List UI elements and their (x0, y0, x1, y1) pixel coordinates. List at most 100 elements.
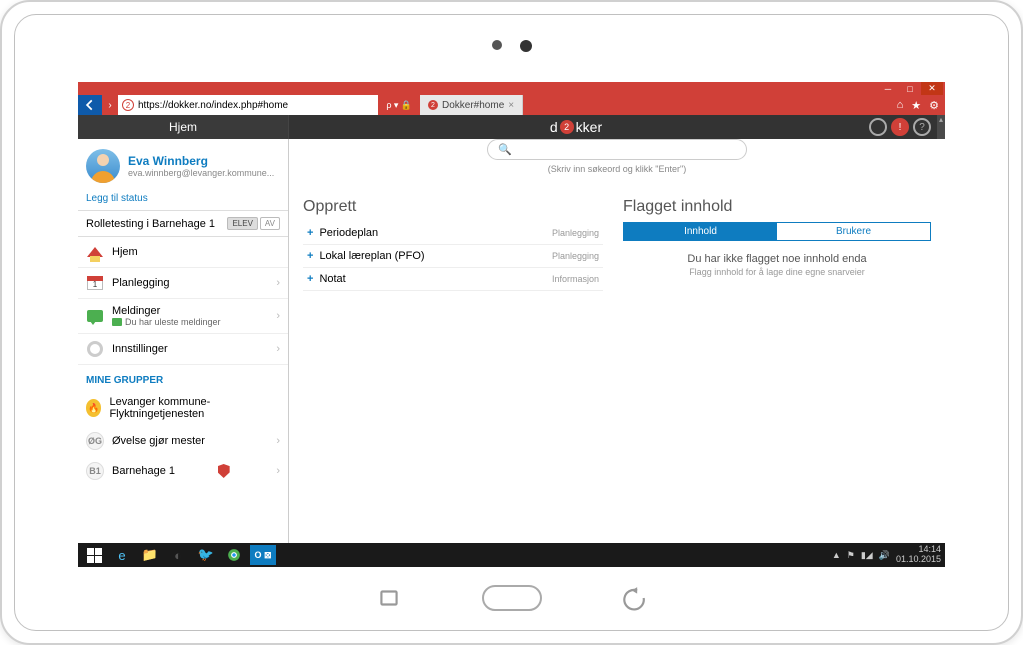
address-bar[interactable]: 2 (118, 95, 378, 115)
gear-icon (86, 340, 104, 358)
help-button[interactable]: ? (913, 118, 931, 136)
group-badge-icon: 🔥 (86, 399, 101, 417)
brand-text-right: kker (576, 119, 602, 135)
tab-close-icon[interactable]: × (508, 100, 514, 111)
search-wrap: 🔍 (289, 139, 945, 160)
app-header: Hjem d 2 kker ! ? (78, 115, 945, 139)
taskbar-app-icon[interactable]: 🐦 (194, 545, 218, 565)
create-notat[interactable]: + Notat Informasjon (303, 268, 603, 291)
flagged-column: Flagget innhold Innhold Brukere Du har i… (623, 198, 931, 533)
search-icon: 🔍 (498, 143, 512, 156)
window-minimize-button[interactable]: ─ (877, 82, 899, 95)
tablet-back-button[interactable] (622, 585, 648, 611)
address-search-divider[interactable]: ρ ▾ 🔒 (378, 95, 420, 115)
role-label: Rolletesting i Barnehage 1 (86, 218, 215, 230)
browser-toolbar: › 2 ρ ▾ 🔒 2 Dokker#home × ⌂ ★ ⚙ (78, 95, 945, 115)
tab-favicon-icon: 2 (428, 100, 438, 110)
url-input[interactable] (138, 100, 374, 111)
window-close-button[interactable]: ✕ (921, 82, 943, 95)
shield-icon (218, 464, 230, 478)
group-item-levanger[interactable]: 🔥 Levanger kommune- Flyktningetjenesten (78, 390, 288, 426)
search-input[interactable] (518, 144, 736, 156)
arrow-left-icon (83, 98, 97, 112)
tray-network-icon[interactable]: ▮◢ (861, 550, 873, 561)
chevron-right-icon: › (276, 435, 280, 447)
tablet-home-button[interactable] (482, 585, 542, 611)
header-circle-button[interactable] (869, 118, 887, 136)
profile-block[interactable]: Eva Winnberg eva.winnberg@levanger.kommu… (78, 139, 288, 187)
create-item-tag: Planlegging (552, 228, 599, 238)
site-favicon-icon: 2 (122, 99, 134, 111)
tablet-frame: ─ □ ✕ › 2 ρ ▾ 🔒 2 Dokker#home × (0, 0, 1023, 645)
create-title: Opprett (303, 198, 603, 216)
profile-text: Eva Winnberg eva.winnberg@levanger.kommu… (128, 154, 274, 178)
lock-icon: 🔒 (400, 100, 411, 111)
browser-forward-button[interactable]: › (102, 95, 118, 115)
browser-tab[interactable]: 2 Dokker#home × (420, 95, 523, 115)
add-status-link[interactable]: Legg til status (78, 187, 288, 211)
group-item-ovelse[interactable]: ØG Øvelse gjør mester › (78, 426, 288, 456)
system-tray[interactable]: ▲ ⚑ ▮◢ 🔊 14:14 01.10.2015 (832, 545, 941, 565)
nav-messages[interactable]: Meldinger Du har uleste meldinger › (78, 299, 288, 334)
tablet-camera (492, 40, 532, 52)
tools-icon[interactable]: ⚙ (929, 99, 939, 112)
create-item-label: Periodeplan (319, 227, 378, 239)
favorites-icon[interactable]: ★ (911, 99, 921, 112)
calendar-icon (86, 274, 104, 292)
windows-logo-icon (87, 548, 102, 563)
role-pill-elev[interactable]: ELEV (227, 217, 257, 230)
nav-settings-label: Innstillinger (112, 343, 168, 355)
nav-messages-sub: Du har uleste meldinger (112, 317, 268, 327)
group-item-barnehage[interactable]: B1 Barnehage 1 › (78, 456, 288, 486)
search-box[interactable]: 🔍 (487, 139, 747, 160)
role-pill-av[interactable]: AV (260, 217, 280, 230)
taskbar-explorer-icon[interactable]: 📁 (138, 545, 162, 565)
content-columns: Opprett + Periodeplan Planlegging + Loka… (289, 188, 945, 543)
taskbar-outlook-icon[interactable]: O ⊠ (250, 545, 276, 565)
tablet-recent-button[interactable] (376, 585, 402, 611)
browser-right-icons: ⌂ ★ ⚙ (891, 95, 945, 115)
scroll-up-indicator[interactable] (937, 115, 945, 139)
window-titlebar: ─ □ ✕ (78, 82, 945, 95)
notification-button[interactable]: ! (891, 118, 909, 136)
chevron-right-icon: › (276, 310, 280, 322)
app-brand: d 2 kker (289, 115, 863, 139)
create-laereplan[interactable]: + Lokal læreplan (PFO) Planlegging (303, 245, 603, 268)
group-badge-icon: ØG (86, 432, 104, 450)
nav-home[interactable]: Hjem (78, 237, 288, 268)
group-badge-icon: B1 (86, 462, 104, 480)
app-body: Eva Winnberg eva.winnberg@levanger.kommu… (78, 139, 945, 543)
create-item-tag: Informasjon (552, 274, 599, 284)
plus-icon: + (307, 250, 313, 262)
search-dropdown-icon: ρ ▾ (386, 100, 398, 111)
taskbar-clock[interactable]: 14:14 01.10.2015 (896, 545, 941, 565)
nav-settings[interactable]: Innstillinger › (78, 334, 288, 365)
role-toggles: ELEV AV (227, 217, 280, 230)
chevron-right-icon: › (276, 277, 280, 289)
browser-back-button[interactable] (78, 95, 102, 115)
chevron-right-icon: › (276, 465, 280, 477)
tray-flag-icon[interactable]: ▲ (832, 550, 841, 560)
tab-innhold[interactable]: Innhold (624, 223, 777, 240)
nav-planning[interactable]: Planlegging › (78, 268, 288, 299)
create-periodeplan[interactable]: + Periodeplan Planlegging (303, 222, 603, 245)
browser-tab-strip: 2 Dokker#home × (420, 95, 523, 115)
create-item-label: Lokal læreplan (PFO) (319, 250, 424, 262)
plus-icon: + (307, 273, 313, 285)
tray-flag-icon[interactable]: ⚑ (847, 550, 855, 561)
home-icon[interactable]: ⌂ (897, 99, 904, 111)
taskbar-ie-icon[interactable]: e (110, 545, 134, 565)
flagged-title: Flagget innhold (623, 198, 931, 216)
nav-planning-label: Planlegging (112, 277, 170, 289)
window-maximize-button[interactable]: □ (899, 82, 921, 95)
start-button[interactable] (82, 545, 106, 565)
nav-home-label: Hjem (112, 246, 138, 258)
taskbar-chrome-icon[interactable] (222, 545, 246, 565)
avatar-icon (86, 149, 120, 183)
tab-brukere[interactable]: Brukere (777, 223, 930, 240)
clock-date: 01.10.2015 (896, 555, 941, 565)
header-hjem[interactable]: Hjem (78, 115, 289, 139)
taskbar-app-icon[interactable]: ◐ (166, 545, 190, 565)
tray-volume-icon[interactable]: 🔊 (879, 550, 890, 561)
profile-email: eva.winnberg@levanger.kommune... (128, 168, 274, 178)
